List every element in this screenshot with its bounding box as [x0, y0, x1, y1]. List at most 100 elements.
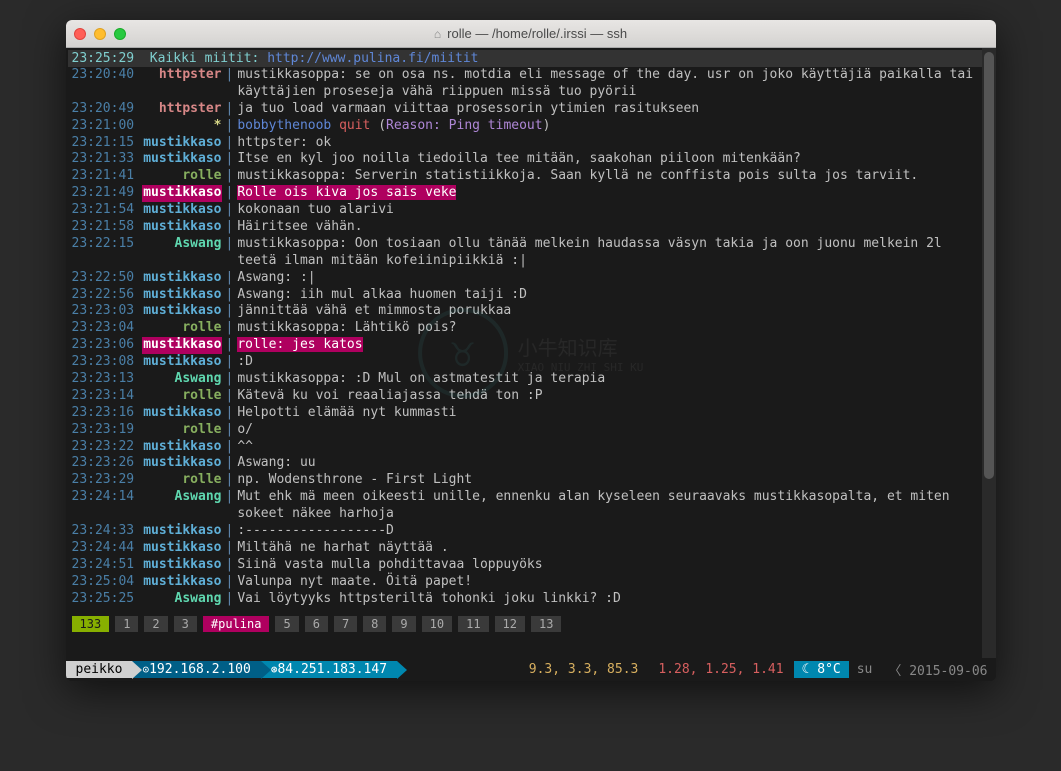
titlebar[interactable]: ⌂ rolle — /home/rolle/.irssi — ssh [66, 20, 996, 48]
message: Helpotti elämää nyt kummasti [237, 405, 983, 422]
timestamp: 23:21:54 [72, 202, 142, 219]
tab-1[interactable]: 1 [115, 616, 138, 632]
zoom-icon[interactable] [114, 28, 126, 40]
timestamp: 23:20:40 [72, 67, 142, 101]
topbar-text: Kaikki miitit: [150, 51, 267, 66]
cpu-stats: 9.3, 3.3, 85.3 [519, 661, 649, 678]
scrollbar-thumb[interactable] [984, 52, 994, 479]
window-title: ⌂ rolle — /home/rolle/.irssi — ssh [434, 26, 627, 41]
message: mustikkasoppa: :D Mul on astmatestit ja … [237, 371, 983, 388]
chat-line: 23:22:15Aswang|mustikkasoppa: Oon tosiaa… [68, 236, 988, 270]
chat-line: 23:23:04rolle|mustikkasoppa: Lähtikö poi… [68, 320, 988, 337]
chat-line: 23:21:15mustikkaso|httpster: ok [68, 135, 988, 152]
separator: | [222, 405, 238, 422]
timestamp: 23:21:00 [72, 118, 142, 135]
separator: | [222, 540, 238, 557]
message: ^^ [237, 439, 983, 456]
chat-line: 23:25:04mustikkaso|Valunpa nyt maate. Öi… [68, 574, 988, 591]
message: Rolle ois kiva jos sais veke [237, 185, 983, 202]
message: ja tuo load varmaan viittaa prosessorin … [237, 101, 983, 118]
tab-11[interactable]: 11 [458, 616, 488, 632]
chat-line: 23:23:16mustikkaso|Helpotti elämää nyt k… [68, 405, 988, 422]
nick: mustikkaso [142, 303, 222, 320]
tab-2[interactable]: 2 [144, 616, 167, 632]
message: mustikkasoppa: Oon tosiaan ollu tänää me… [237, 236, 983, 270]
nick: mustikkaso [142, 219, 222, 236]
chat-line: 23:24:44mustikkaso|Miltähä ne harhat näy… [68, 540, 988, 557]
separator: | [222, 303, 238, 320]
timestamp: 23:21:15 [72, 135, 142, 152]
day-label: su [849, 662, 881, 677]
chat-line: 23:21:54mustikkaso|kokonaan tuo alarivi [68, 202, 988, 219]
nick: Aswang [142, 236, 222, 270]
chat-line: 23:24:14Aswang|Mut ehk mä meen oikeesti … [68, 489, 988, 523]
message: Häiritsee vähän. [237, 219, 983, 236]
timestamp: 23:22:56 [72, 287, 142, 304]
window-tabs: 133123#pulina5678910111213 [68, 608, 988, 640]
tab-13[interactable]: 13 [531, 616, 561, 632]
timestamp: 23:21:49 [72, 185, 142, 202]
separator: | [222, 202, 238, 219]
timestamp: 23:25:04 [72, 574, 142, 591]
status-topbar: 23:25:29 Kaikki miitit: http://www.pulin… [68, 50, 988, 67]
separator: | [222, 472, 238, 489]
nick: mustikkaso [142, 540, 222, 557]
chat-line: 23:21:49mustikkaso|Rolle ois kiva jos sa… [68, 185, 988, 202]
scrollbar[interactable] [982, 48, 996, 658]
chat-line: 23:23:22mustikkaso|^^ [68, 439, 988, 456]
message: jännittää vähä et mimmosta porukkaa [237, 303, 983, 320]
tab-5[interactable]: 5 [275, 616, 298, 632]
nick: mustikkaso [142, 270, 222, 287]
terminal-viewport[interactable]: 23:25:29 Kaikki miitit: http://www.pulin… [66, 48, 996, 658]
tab-133[interactable]: 133 [72, 616, 110, 632]
nick: rolle [142, 388, 222, 405]
message: Kätevä ku voi reaaliajassa tehdä ton :P [237, 388, 983, 405]
message: kokonaan tuo alarivi [237, 202, 983, 219]
timestamp: 23:24:33 [72, 523, 142, 540]
nick: Aswang [142, 489, 222, 523]
traffic-lights [74, 28, 126, 40]
separator: | [222, 168, 238, 185]
timestamp: 23:24:14 [72, 489, 142, 523]
tab-10[interactable]: 10 [422, 616, 452, 632]
nick: mustikkaso [142, 523, 222, 540]
nick: mustikkaso [142, 354, 222, 371]
nick: mustikkaso [142, 185, 222, 202]
nick: mustikkaso [142, 151, 222, 168]
nick: rolle [142, 168, 222, 185]
load-stats: 1.28, 1.25, 1.41 [648, 661, 793, 678]
nick: mustikkaso [142, 135, 222, 152]
chat-line: 23:21:33mustikkaso|Itse en kyl joo noill… [68, 151, 988, 168]
tab-7[interactable]: 7 [334, 616, 357, 632]
separator: | [222, 67, 238, 101]
tab-12[interactable]: 12 [495, 616, 525, 632]
tab-pulina[interactable]: #pulina [203, 616, 270, 632]
separator: | [222, 287, 238, 304]
message: Aswang: :| [237, 270, 983, 287]
message: httpster: ok [237, 135, 983, 152]
tab-9[interactable]: 9 [392, 616, 415, 632]
tab-3[interactable]: 3 [174, 616, 197, 632]
message: mustikkasoppa: se on osa ns. motdia eli … [237, 67, 983, 101]
topbar-url: http://www.pulina.fi/miitit [267, 51, 478, 66]
minimize-icon[interactable] [94, 28, 106, 40]
message: Siinä vasta mulla pohdittavaa loppuyöks [237, 557, 983, 574]
nick: mustikkaso [142, 574, 222, 591]
separator: | [222, 574, 238, 591]
timestamp: 23:24:44 [72, 540, 142, 557]
message: Vai löytyyks httpsteriltä tohonki joku l… [237, 591, 983, 608]
timestamp: 23:23:13 [72, 371, 142, 388]
chat-line: 23:23:08mustikkaso|:D [68, 354, 988, 371]
message: Aswang: uu [237, 455, 983, 472]
timestamp: 23:20:49 [72, 101, 142, 118]
close-icon[interactable] [74, 28, 86, 40]
message: rolle: jes katos [237, 337, 983, 354]
tab-8[interactable]: 8 [363, 616, 386, 632]
nick: mustikkaso [142, 557, 222, 574]
tab-6[interactable]: 6 [305, 616, 328, 632]
nick: * [142, 118, 222, 135]
timestamp: 23:22:15 [72, 236, 142, 270]
separator: | [222, 422, 238, 439]
chat-line: 23:21:00*|bobbythenoob quit (Reason: Pin… [68, 118, 988, 135]
timestamp: 23:23:29 [72, 472, 142, 489]
